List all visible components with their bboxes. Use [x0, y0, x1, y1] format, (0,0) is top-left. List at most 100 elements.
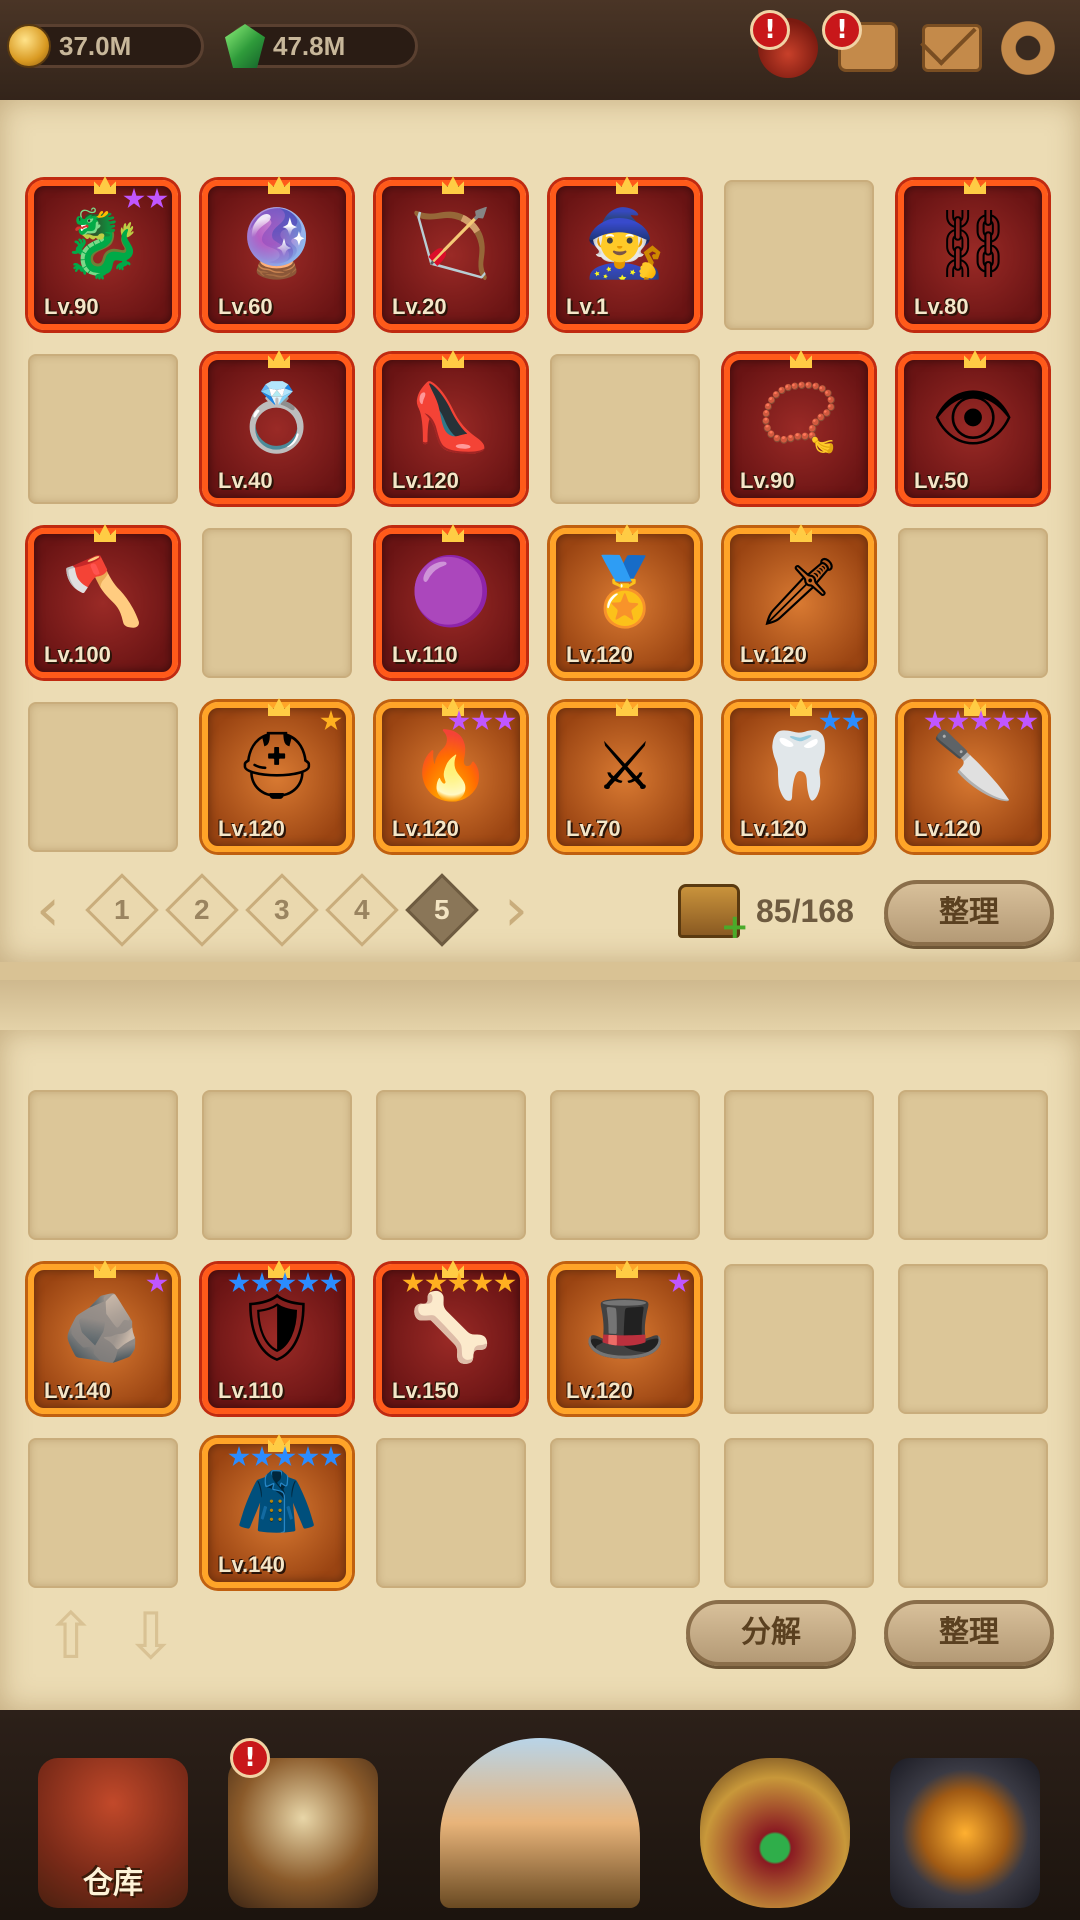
down-arrow-icon[interactable]: ⇩	[124, 1600, 178, 1674]
item-slot[interactable]: 🟣 Lv.110	[376, 524, 526, 678]
item-level: Lv.100	[44, 642, 111, 667]
item-slot[interactable]: 🦷 Lv.120	[724, 698, 874, 852]
item-slot[interactable]: 👁 Lv.50	[898, 350, 1048, 504]
page-4-button[interactable]: 4	[325, 873, 399, 947]
nav-portal[interactable]	[430, 1738, 650, 1908]
nav-forge[interactable]	[880, 1738, 1050, 1908]
prev-page-arrow-icon[interactable]: ‹	[28, 880, 68, 940]
next-page-arrow-icon[interactable]: ›	[496, 880, 536, 940]
chest-expand-icon[interactable]: +	[678, 884, 749, 947]
empty-slot[interactable]	[898, 1090, 1048, 1240]
star-icon	[668, 1272, 690, 1293]
star-icon	[228, 1272, 250, 1293]
gem-icon	[225, 24, 265, 68]
gem-currency[interactable]: 47.8M	[225, 24, 418, 68]
nav-tavern[interactable]: !	[218, 1738, 388, 1908]
sort-button-bottom[interactable]: 整理	[884, 1600, 1054, 1666]
item-slot[interactable]: ⚔ Lv.70	[550, 698, 700, 852]
empty-slot[interactable]	[28, 1438, 178, 1588]
empty-slot[interactable]	[898, 1264, 1048, 1414]
sort-button-top[interactable]: 整理	[884, 880, 1054, 946]
mail-icon[interactable]	[922, 24, 982, 72]
star-icon	[947, 710, 969, 731]
empty-slot[interactable]	[724, 1090, 874, 1240]
empty-slot[interactable]	[202, 1090, 352, 1240]
capacity-count: 85/168	[756, 892, 854, 929]
item-slot[interactable]: 🔮 Lv.60	[202, 176, 352, 330]
treasure-chest-icon	[700, 1758, 850, 1908]
page-3-button[interactable]: 3	[245, 873, 319, 947]
star-icon	[448, 1272, 470, 1293]
plus-icon: +	[720, 907, 750, 947]
item-slot[interactable]: 🔥 Lv.120	[376, 698, 526, 852]
item-icon: 🔥	[409, 727, 493, 804]
item-slot[interactable]: ⛓ Lv.80	[898, 176, 1048, 330]
item-slot[interactable]: 👠 Lv.120	[376, 350, 526, 504]
item-level: Lv.120	[566, 642, 633, 667]
item-slot[interactable]: 🔪 Lv.120	[898, 698, 1048, 852]
empty-slot[interactable]	[376, 1438, 526, 1588]
empty-slot[interactable]	[724, 180, 874, 330]
frame-crown-icon	[616, 1260, 638, 1278]
star-rating	[924, 710, 1038, 732]
page-5-button[interactable]: 5	[405, 873, 479, 947]
item-slot[interactable]: 🗡 Lv.120	[724, 524, 874, 678]
item-icon: 🪓	[61, 553, 145, 630]
empty-slot[interactable]	[724, 1264, 874, 1414]
empty-slot[interactable]	[28, 1090, 178, 1240]
item-slot[interactable]: 🦴 Lv.150	[376, 1260, 526, 1414]
panel-divider	[0, 980, 1080, 1030]
item-icon: 🔮	[235, 205, 319, 282]
empty-slot[interactable]	[202, 528, 352, 678]
up-arrow-icon[interactable]: ⇧	[44, 1600, 98, 1674]
item-slot[interactable]: 🎩 Lv.120	[550, 1260, 700, 1414]
item-icon: 🐉	[61, 205, 145, 282]
item-slot[interactable]: 🏹 Lv.20	[376, 176, 526, 330]
capacity-display: + 85/168	[678, 884, 854, 947]
empty-slot[interactable]	[898, 1438, 1048, 1588]
item-slot[interactable]: 📿 Lv.90	[724, 350, 874, 504]
frame-crown-icon	[790, 698, 812, 716]
item-level: Lv.1	[566, 294, 609, 319]
inventory-grid: 🐉 Lv.90 🔮 Lv.60 🏹 Lv.20 🧙 Lv.1 ⛓ Lv.80 💍 Lv.40 👠 Lv.1…	[28, 176, 1048, 852]
star-icon	[819, 710, 841, 731]
empty-slot[interactable]	[550, 1438, 700, 1588]
item-level: Lv.120	[740, 642, 807, 667]
star-icon	[993, 710, 1015, 731]
item-slot[interactable]: 💍 Lv.40	[202, 350, 352, 504]
empty-slot[interactable]	[550, 354, 700, 504]
item-level: Lv.120	[392, 816, 459, 841]
item-slot[interactable]: 🧙 Lv.1	[550, 176, 700, 330]
item-icon: 🗡	[757, 553, 841, 630]
nav-treasure[interactable]	[690, 1738, 860, 1908]
item-level: Lv.120	[740, 816, 807, 841]
item-slot[interactable]: ⛑ Lv.120	[202, 698, 352, 852]
gear-icon[interactable]	[998, 18, 1058, 78]
gold-currency[interactable]: 37.0M	[7, 24, 204, 68]
empty-slot[interactable]	[376, 1090, 526, 1240]
empty-slot[interactable]	[28, 702, 178, 852]
page-2-button[interactable]: 2	[165, 873, 239, 947]
star-rating	[819, 710, 864, 732]
nav-warehouse[interactable]: 仓库	[28, 1738, 198, 1908]
star-icon	[970, 710, 992, 731]
item-level: Lv.120	[914, 816, 981, 841]
empty-slot[interactable]	[550, 1090, 700, 1240]
item-slot[interactable]: 🐉 Lv.90	[28, 176, 178, 330]
empty-slot[interactable]	[724, 1438, 874, 1588]
item-slot[interactable]: 🪓 Lv.100	[28, 524, 178, 678]
page-1-button[interactable]: 1	[85, 873, 159, 947]
frame-crown-icon	[616, 524, 638, 542]
item-icon: 👠	[409, 379, 493, 456]
empty-slot[interactable]	[898, 528, 1048, 678]
item-slot[interactable]: 🧥 Lv.140	[202, 1434, 352, 1588]
star-icon	[494, 1272, 516, 1293]
item-slot[interactable]: 🛡 Lv.110	[202, 1260, 352, 1414]
item-level: Lv.120	[392, 468, 459, 493]
star-icon	[274, 1272, 296, 1293]
disassemble-button[interactable]: 分解	[686, 1600, 856, 1666]
forge-cauldron-icon	[890, 1758, 1040, 1908]
item-slot[interactable]: 🪨 Lv.140	[28, 1260, 178, 1414]
empty-slot[interactable]	[28, 354, 178, 504]
item-slot[interactable]: 🏅 Lv.120	[550, 524, 700, 678]
